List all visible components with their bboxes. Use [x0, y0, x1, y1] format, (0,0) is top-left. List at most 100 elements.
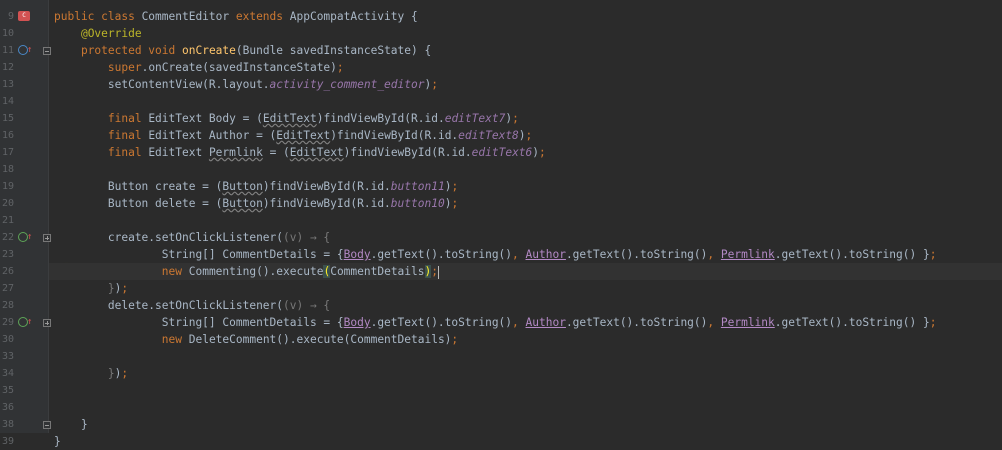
- code-token: editText6: [471, 146, 533, 159]
- code-token: }: [107, 282, 115, 295]
- code-token: .getText().toString() }: [774, 248, 930, 261]
- line-number: 15: [1, 113, 14, 124]
- code-line[interactable]: });: [54, 280, 128, 297]
- line-number: 10: [1, 28, 14, 39]
- code-token: activity_comment_editor: [269, 78, 425, 91]
- code-line[interactable]: }: [54, 416, 88, 433]
- code-token: ): [518, 129, 526, 142]
- code-token: editText7: [444, 112, 506, 125]
- implement-icon[interactable]: [18, 317, 28, 327]
- code-token: ;: [121, 282, 129, 295]
- code-token: (Bundle savedInstanceState) {: [235, 44, 432, 57]
- line-number: 29: [1, 317, 14, 328]
- line-number: 38: [1, 419, 14, 430]
- code-token: = (: [262, 146, 290, 159]
- code-line[interactable]: protected void onCreate(Bundle savedInst…: [54, 42, 431, 59]
- code-token: .getText().toString(): [370, 248, 513, 261]
- code-line[interactable]: String[] CommentDetails = {Body.getText(…: [54, 246, 937, 263]
- code-line[interactable]: @Override: [54, 25, 142, 42]
- code-token: create.setOnClickListener(: [54, 231, 284, 244]
- code-token: }: [107, 367, 115, 380]
- gutter-line: 38: [0, 416, 51, 433]
- code-token: }: [54, 418, 88, 431]
- gutter-line: 13: [0, 76, 48, 93]
- code-line[interactable]: final EditText Author = (EditText)findVi…: [54, 127, 532, 144]
- code-token: Commenting().execute: [188, 265, 324, 278]
- line-number: 11: [1, 45, 14, 56]
- code-line[interactable]: final EditText Permlink = (EditText)find…: [54, 144, 546, 161]
- code-line[interactable]: create.setOnClickListener((v) → {: [54, 229, 330, 246]
- code-line[interactable]: super.onCreate(savedInstanceState);: [54, 59, 344, 76]
- line-number: 33: [1, 351, 14, 362]
- override-icon[interactable]: [18, 45, 28, 55]
- code-token: ;: [431, 78, 438, 91]
- gutter-line: 34: [0, 365, 48, 382]
- code-line[interactable]: delete.setOnClickListener((v) → {: [54, 297, 330, 314]
- line-number: 21: [1, 215, 14, 226]
- code-token: Button: [222, 180, 263, 193]
- line-number: 18: [1, 164, 14, 175]
- code-token: @Override: [80, 27, 142, 40]
- code-line[interactable]: new DeleteComment().execute(CommentDetai…: [54, 331, 458, 348]
- gutter-line: 27: [0, 280, 48, 297]
- code-token: )findViewById(R.id.: [343, 146, 472, 159]
- code-line[interactable]: }: [54, 433, 61, 450]
- line-number: 35: [1, 385, 14, 396]
- gutter-line: 29 ↑: [0, 314, 51, 331]
- code-token: ;: [451, 197, 459, 210]
- code-line[interactable]: Button delete = (Button)findViewById(R.i…: [54, 195, 458, 212]
- code-line[interactable]: Button create = (Button)findViewById(R.i…: [54, 178, 458, 195]
- code-token: final: [107, 146, 149, 159]
- code-token: ;: [431, 265, 438, 278]
- code-token: EditText: [262, 112, 317, 125]
- code-token: final: [107, 129, 149, 142]
- line-number: 17: [1, 147, 14, 158]
- code-token: }: [54, 435, 61, 448]
- code-area[interactable]: public class CommentEditor extends AppCo…: [49, 0, 1002, 448]
- code-line[interactable]: public class CommentEditor extends AppCo…: [54, 8, 418, 25]
- gutter-line: 39: [0, 433, 48, 450]
- code-token: ,: [512, 316, 526, 329]
- gutter-line: 23: [0, 246, 48, 263]
- code-line[interactable]: String[] CommentDetails = {Body.getText(…: [54, 314, 937, 331]
- class-icon[interactable]: C: [18, 11, 30, 21]
- gutter-line: 10: [0, 25, 48, 42]
- code-line[interactable]: setContentView(R.layout.activity_comment…: [54, 76, 438, 93]
- gutter-line: 33: [0, 348, 48, 365]
- code-token: .getText().toString(): [370, 316, 513, 329]
- code-token: ;: [451, 180, 459, 193]
- code-token: EditText: [289, 146, 344, 159]
- gutter-line: 21: [0, 212, 48, 229]
- code-token: Permlink: [720, 248, 775, 261]
- gutter-line: 22 ↑: [0, 229, 51, 246]
- code-token: String[] CommentDetails = {: [54, 248, 344, 261]
- code-token: AppCompatActivity {: [289, 10, 418, 23]
- gutter-line: 36: [0, 399, 48, 416]
- implement-icon[interactable]: [18, 232, 28, 242]
- gutter-line: 28: [0, 297, 48, 314]
- code-editor[interactable]: 9 C 10 11 ↑ 12 13 14 15 16 17 18 19 20 21 22 ↑ 23 26 27 28 29…: [0, 0, 1002, 448]
- gutter-line: 16: [0, 127, 48, 144]
- gutter-line: 20: [0, 195, 48, 212]
- code-token: button10: [390, 197, 445, 210]
- code-token: setContentView(R.layout.: [54, 78, 270, 91]
- gutter-line: 17: [0, 144, 48, 161]
- code-token: DeleteComment().execute(CommentDetails): [188, 333, 452, 346]
- line-number: 16: [1, 130, 14, 141]
- code-token: String[] CommentDetails = {: [54, 316, 344, 329]
- line-number: 14: [1, 96, 14, 107]
- code-line[interactable]: final EditText Body = (EditText)findView…: [54, 110, 519, 127]
- gutter-line: 12: [0, 59, 48, 76]
- code-line[interactable]: });: [54, 365, 128, 382]
- code-token: (v) → {: [283, 299, 331, 312]
- code-line[interactable]: new Commenting().execute(CommentDetails)…: [54, 263, 439, 280]
- code-token: ;: [512, 112, 519, 125]
